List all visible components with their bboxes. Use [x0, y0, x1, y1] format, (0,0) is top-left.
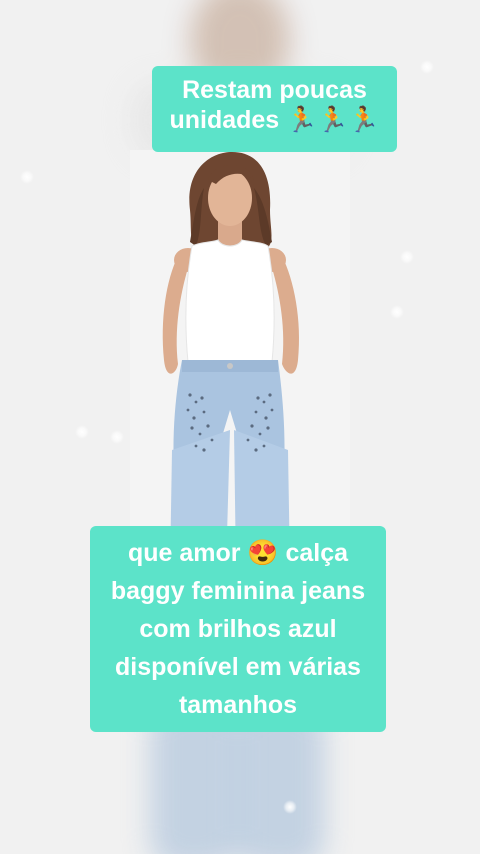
- sparkle-icon: [390, 305, 404, 319]
- top-caption-line: unidades 🏃🏃🏃: [169, 106, 380, 134]
- sparkle-icon: [20, 170, 34, 184]
- bottom-caption-line: tamanhos: [178, 691, 298, 719]
- bottom-caption-line: que amor 😍 calça: [127, 539, 349, 567]
- bottom-caption: que amor 😍 calça baggy feminina jeans co…: [90, 526, 386, 732]
- bottom-caption-line: disponível em várias: [115, 653, 361, 681]
- bottom-caption-line: baggy feminina jeans: [110, 577, 366, 605]
- video-frame: Restam poucas unidades 🏃🏃🏃 que amor 😍 ca…: [0, 0, 480, 854]
- sparkle-icon: [283, 800, 297, 814]
- sparkle-icon: [75, 425, 89, 439]
- top-caption-line: Restam poucas: [182, 76, 367, 104]
- top-caption: Restam poucas unidades 🏃🏃🏃: [152, 66, 397, 152]
- sparkle-icon: [420, 60, 434, 74]
- bottom-caption-line: com brilhos azul: [139, 615, 337, 643]
- sparkle-icon: [400, 250, 414, 264]
- sparkle-icon: [110, 430, 124, 444]
